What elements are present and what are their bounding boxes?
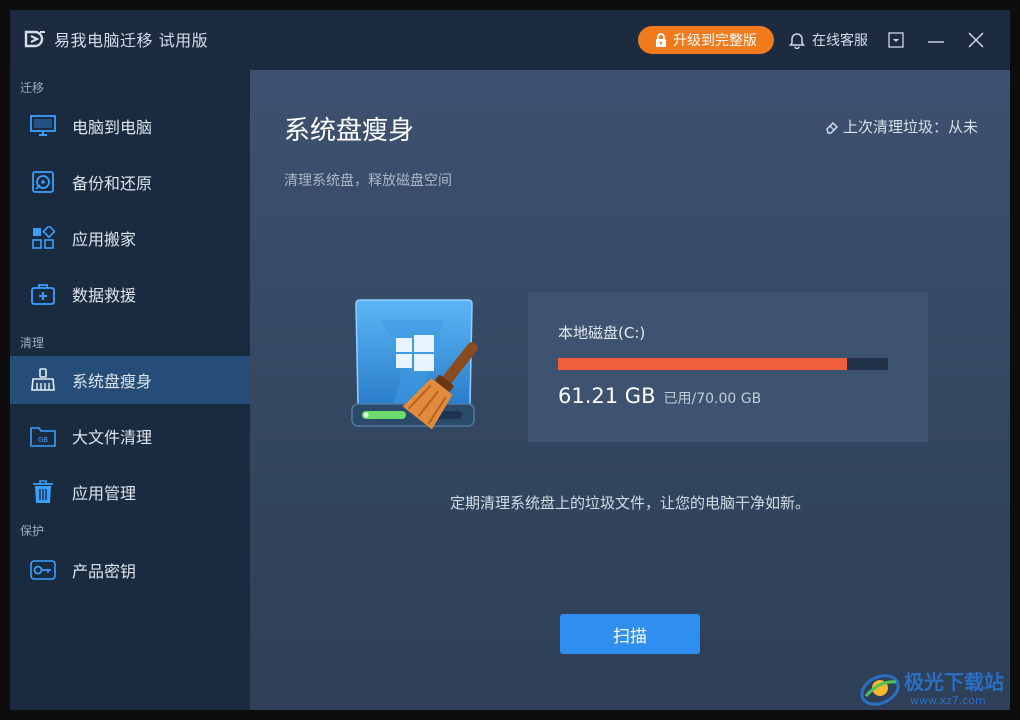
disk-usage-text: 61.21 GB 已用 /70.00 GB: [558, 384, 761, 408]
sidebar-item-backup-restore[interactable]: 备份和还原: [10, 158, 250, 206]
bell-headset-icon: [789, 33, 805, 49]
section-label-clean: 清理: [20, 336, 45, 350]
app-title: 易我电脑迁移 试用版: [54, 31, 209, 50]
disk-used-label: 已用: [663, 391, 692, 407]
watermark-logo-icon: [860, 674, 900, 706]
sidebar-item-label: 备份和还原: [72, 174, 153, 193]
app-window: 易我电脑迁移 试用版 升级到完整版 在线客服 迁移 电脑到电脑 备份和还原 应用…: [10, 10, 1010, 710]
sidebar-item-label: 电脑到电脑: [72, 118, 153, 137]
first-aid-kit-icon: [30, 281, 56, 307]
app-logo-icon: [24, 30, 45, 48]
sidebar-item-pc-to-pc[interactable]: 电脑到电脑: [10, 102, 250, 150]
upgrade-label: 升级到完整版: [673, 33, 757, 49]
close-icon: [968, 32, 984, 48]
last-clean-status: 上次清理垃圾：从未: [825, 116, 978, 137]
cleanup-hint: 定期清理系统盘上的垃圾文件，让您的电脑干净如新。: [449, 494, 810, 512]
watermark-text: 极光下载站: [904, 670, 1004, 694]
sidebar-item-data-rescue[interactable]: 数据救援: [10, 270, 250, 318]
sidebar-item-system-slim[interactable]: 系统盘瘦身: [10, 356, 250, 404]
main-panel: 系统盘瘦身 清理系统盘，释放磁盘空间 上次清理垃圾：从未 本地磁盘(C:) 61…: [250, 70, 1010, 710]
monitor-icon: [30, 113, 56, 139]
section-label-migrate: 迁移: [20, 81, 45, 95]
key-icon: [30, 557, 56, 583]
broom-icon: [30, 367, 56, 393]
dropdown-icon: [888, 32, 904, 48]
svg-text:GB: GB: [38, 436, 48, 444]
section-label-protect: 保护: [20, 524, 45, 538]
eraser-icon: [826, 121, 838, 134]
disk-info-panel: 本地磁盘(C:) 61.21 GB 已用 /70.00 GB: [528, 292, 928, 442]
disk-used-value: 61.21 GB: [558, 384, 656, 408]
sidebar-item-label: 系统盘瘦身: [72, 372, 153, 391]
backup-disc-icon: [30, 169, 56, 195]
minimize-icon: [928, 41, 944, 43]
lock-icon: [656, 33, 666, 47]
sidebar-item-app-management[interactable]: 应用管理: [10, 468, 250, 516]
sidebar-item-label: 应用管理: [72, 484, 137, 503]
disk-name: 本地磁盘(C:): [558, 324, 646, 342]
minimize-button[interactable]: [924, 28, 948, 52]
page-title: 系统盘瘦身: [284, 116, 415, 146]
title-bar: 易我电脑迁移 试用版 升级到完整版 在线客服: [10, 10, 1010, 70]
sidebar-item-app-migration[interactable]: 应用搬家: [10, 214, 250, 262]
page-subtitle: 清理系统盘，释放磁盘空间: [284, 173, 452, 189]
sidebar-item-label: 产品密钥: [72, 562, 137, 581]
online-support-button[interactable]: 在线客服: [788, 28, 868, 52]
disk-usage-fill: [558, 358, 847, 370]
last-clean-text: 上次清理垃圾：从未: [842, 118, 978, 136]
sidebar-item-label: 应用搬家: [72, 230, 137, 249]
sidebar-item-label: 大文件清理: [72, 428, 153, 447]
sidebar: 迁移 电脑到电脑 备份和还原 应用搬家 数据救援 清理 系统盘瘦身 GB 大文件…: [10, 70, 250, 710]
disk-broom-illustration: [351, 299, 478, 430]
disk-total-value: /70.00 GB: [691, 391, 762, 407]
gb-folder-icon: GB: [30, 423, 56, 449]
watermark-url: www.xz7.com: [910, 694, 986, 707]
dropdown-menu-button[interactable]: [884, 28, 908, 52]
scan-button[interactable]: 扫描: [560, 614, 700, 654]
sidebar-item-label: 数据救援: [72, 286, 137, 305]
disk-usage-bar: [558, 358, 888, 370]
sidebar-item-large-file-clean[interactable]: GB 大文件清理: [10, 412, 250, 460]
support-label: 在线客服: [812, 33, 868, 49]
sidebar-item-product-key[interactable]: 产品密钥: [10, 546, 250, 594]
apps-grid-icon: [30, 225, 56, 251]
trash-icon: [30, 479, 56, 505]
close-button[interactable]: [964, 28, 988, 52]
upgrade-button[interactable]: 升级到完整版: [638, 26, 774, 54]
watermark: 极光下载站 www.xz7.com: [858, 664, 1008, 714]
